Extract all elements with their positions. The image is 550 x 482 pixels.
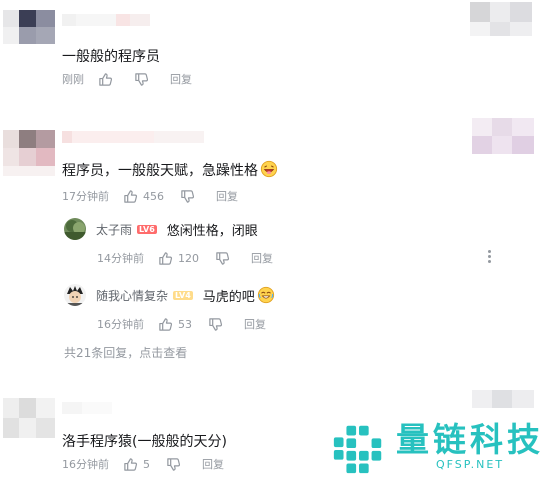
avatar[interactable] (64, 284, 86, 306)
reply-2-username[interactable]: 随我心情复杂 (96, 287, 168, 304)
reply-1-time: 14分钟前 (97, 252, 144, 265)
comment-1-dislike-button[interactable] (134, 72, 154, 87)
reply-2-time: 16分钟前 (97, 318, 144, 331)
reply-2-dislike-button[interactable] (208, 317, 228, 332)
comment-3-reply-button[interactable]: 回复 (202, 456, 224, 472)
comment-2-like-button[interactable]: 456 (123, 189, 164, 204)
watermark-title: 量链科技 (396, 420, 544, 459)
reply-2-like-count: 53 (178, 317, 192, 331)
watermark-subtitle: QFSP.NET (435, 458, 505, 471)
reply-1-dislike-button[interactable] (215, 251, 235, 266)
comment-3-time: 16分钟前 (62, 458, 109, 471)
comment-3-meta: 16分钟前 5 回复 (62, 456, 224, 472)
comment-2-like-count: 456 (143, 189, 164, 203)
comment-1-like-button[interactable] (98, 72, 118, 87)
reply-2-meta: 16分钟前 53 回复 (97, 316, 266, 332)
comment-1-meta: 刚刚 回复 (62, 71, 192, 87)
watermark-text: 量链科技 QFSP.NET (396, 420, 544, 471)
thumbs-down-icon (135, 72, 149, 86)
comment-1-reply-button[interactable]: 回复 (170, 71, 192, 87)
reply-1-like-count: 120 (178, 251, 199, 265)
thumbs-down-icon (216, 251, 230, 265)
thumbs-down-icon (167, 457, 181, 471)
thumbs-up-icon (99, 72, 113, 86)
watermark: 量链科技 QFSP.NET (330, 420, 544, 478)
reply-2-text-row: 马虎的吧 (203, 286, 275, 305)
view-more-replies-link[interactable]: 共21条回复，点击查看 (64, 344, 187, 361)
thumbs-up-icon (124, 189, 138, 203)
comment-2-text-row: 程序员，一般般天赋，急躁性格 (62, 160, 278, 180)
reply-2-avatar-image (64, 284, 86, 306)
thumbs-down-icon (181, 189, 195, 203)
avatar[interactable] (64, 218, 86, 240)
comment-3-text: 洛手程序猿(一般般的天分) (62, 434, 227, 450)
watermark-logo-icon (333, 425, 382, 474)
comment-2-reply-button[interactable]: 回复 (216, 188, 238, 204)
comment-3-dislike-button[interactable] (166, 457, 186, 472)
level-badge: LV6 (137, 224, 157, 234)
comment-2-text: 程序员，一般般天赋，急躁性格 (62, 163, 258, 179)
thumbs-up-icon (159, 251, 173, 265)
reply-2-reply-button[interactable]: 回复 (244, 316, 266, 332)
reply-2-text: 马虎的吧 (202, 289, 255, 305)
reply-1-meta: 14分钟前 120 回复 (97, 250, 273, 266)
reply-1-like-button[interactable]: 120 (158, 251, 199, 266)
comment-3-like-count: 5 (143, 457, 150, 471)
thumbs-up-icon (124, 457, 138, 471)
comment-1-time: 刚刚 (62, 73, 84, 86)
reply-1-header: 太子雨 LV6 悠闲性格，闭眼 (64, 218, 258, 240)
comment-2-time: 17分钟前 (62, 190, 109, 203)
level-badge: LV4 (173, 290, 193, 300)
reply-1-reply-button[interactable]: 回复 (251, 250, 273, 266)
comment-2-dislike-button[interactable] (180, 189, 200, 204)
reply-1-avatar-image (64, 218, 86, 240)
comment-2-meta: 17分钟前 456 回复 (62, 188, 238, 204)
thumbs-down-icon (209, 317, 223, 331)
comment-1-text: 一般般的程序员 (62, 49, 160, 65)
comment-3-like-button[interactable]: 5 (123, 457, 150, 472)
laugh-emoji-icon (257, 286, 274, 303)
grin-emoji-icon (260, 160, 278, 178)
reply-2-like-button[interactable]: 53 (158, 317, 192, 332)
thumbs-up-icon (159, 317, 173, 331)
reply-1-text: 悠闲性格，闭眼 (166, 223, 258, 239)
reply-2-header: 随我心情复杂 LV4 马虎的吧 (64, 284, 275, 306)
more-options-icon[interactable] (488, 250, 492, 265)
reply-1-username[interactable]: 太子雨 (96, 221, 132, 238)
